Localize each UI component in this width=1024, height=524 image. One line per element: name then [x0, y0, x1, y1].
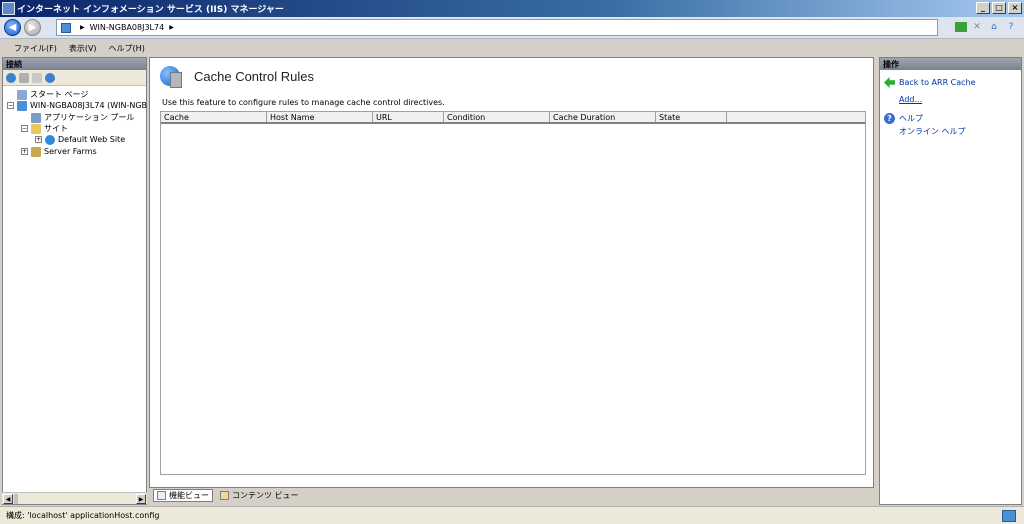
- online-help-action[interactable]: オンライン ヘルプ: [899, 126, 966, 137]
- connect-globe-icon[interactable]: [6, 72, 16, 83]
- navigation-bar: ◀ ▶ ▶ WIN-NGBA08J3L74 ▶ ✕ ⌂ ?: [0, 17, 1024, 39]
- app-pool-icon: [31, 112, 41, 123]
- delete-connection-icon[interactable]: [45, 72, 55, 83]
- back-button[interactable]: ◀: [4, 19, 21, 36]
- rules-grid[interactable]: Cache Host Name URL Condition Cache Dura…: [160, 111, 866, 475]
- feature-header: Cache Control Rules: [160, 66, 314, 88]
- window-controls: _ □ ×: [976, 2, 1022, 14]
- breadcrumb-server[interactable]: WIN-NGBA08J3L74: [90, 23, 165, 32]
- maximize-button[interactable]: □: [992, 2, 1006, 14]
- nav-toolbar: ✕ ⌂ ?: [955, 20, 1018, 34]
- tab-label: 機能ビュー: [169, 490, 209, 500]
- scroll-left-icon[interactable]: ◀: [3, 494, 13, 504]
- network-status-icon: [1002, 510, 1016, 522]
- menu-bar: ファイル(F) 表示(V) ヘルプ(H): [0, 40, 1024, 56]
- tree-item-server[interactable]: − WIN-NGBA08J3L74 (WIN-NGB: [7, 100, 147, 111]
- tab-features-view[interactable]: 機能ビュー: [153, 488, 213, 502]
- tree-item-server-farms[interactable]: + Server Farms: [21, 146, 97, 157]
- add-link[interactable]: Add...: [899, 95, 922, 104]
- actions-header: 操作: [880, 58, 1021, 70]
- collapse-icon[interactable]: −: [7, 102, 14, 109]
- help-icon: ?: [884, 113, 895, 124]
- up-icon[interactable]: [32, 72, 42, 83]
- connections-header: 接続: [3, 58, 146, 70]
- tree-label: アプリケーション プール: [44, 113, 135, 122]
- close-button[interactable]: ×: [1008, 2, 1022, 14]
- server-icon: [61, 22, 71, 33]
- tree-label: Default Web Site: [58, 135, 126, 144]
- column-condition[interactable]: Condition: [444, 112, 550, 122]
- content-view-icon: [220, 490, 229, 500]
- feature-description: Use this feature to configure rules to m…: [162, 98, 445, 107]
- tree-label: Server Farms: [44, 147, 97, 156]
- action-label[interactable]: Back to ARR Cache: [899, 78, 976, 87]
- back-to-arr-cache-action[interactable]: Back to ARR Cache: [884, 77, 976, 88]
- window-title: インターネット インフォメーション サービス (IIS) マネージャー: [17, 5, 284, 15]
- connect-icon[interactable]: [955, 22, 967, 32]
- scroll-thumb[interactable]: [14, 494, 18, 504]
- online-help-link[interactable]: オンライン ヘルプ: [899, 126, 966, 137]
- feature-pane: Cache Control Rules Use this feature to …: [149, 57, 874, 488]
- home-icon[interactable]: ⌂: [987, 20, 1001, 34]
- add-action[interactable]: Add...: [899, 95, 922, 104]
- status-bar: 構成: 'localhost' applicationHost.config: [0, 506, 1024, 524]
- connections-hscrollbar[interactable]: ◀ ▶: [2, 492, 147, 504]
- breadcrumb-arrow-icon[interactable]: ▶: [169, 24, 174, 31]
- sites-folder-icon: [31, 123, 41, 134]
- column-cache-duration[interactable]: Cache Duration: [550, 112, 656, 122]
- features-view-icon: [157, 490, 166, 500]
- help-link[interactable]: ヘルプ: [899, 113, 923, 124]
- server-icon: [17, 100, 27, 111]
- expand-icon[interactable]: +: [21, 148, 28, 155]
- minimize-button[interactable]: _: [976, 2, 990, 14]
- expand-icon[interactable]: +: [35, 136, 42, 143]
- column-host-name[interactable]: Host Name: [267, 112, 373, 122]
- back-arrow-icon: [884, 77, 895, 88]
- tree-item-start-page[interactable]: スタート ページ: [17, 89, 88, 100]
- tab-content-view[interactable]: コンテンツ ビュー: [217, 489, 302, 502]
- address-bar[interactable]: ▶ WIN-NGBA08J3L74 ▶: [56, 19, 938, 36]
- tree-label: WIN-NGBA08J3L74 (WIN-NGB: [30, 101, 148, 110]
- tree-label: スタート ページ: [30, 90, 89, 99]
- actions-pane: 操作 Back to ARR Cache Add... ? ヘルプ オンライン …: [879, 57, 1022, 505]
- tree-label: サイト: [44, 124, 68, 133]
- menu-view[interactable]: 表示(V): [63, 43, 103, 54]
- title-bar: インターネット インフォメーション サービス (IIS) マネージャー _ □ …: [0, 0, 1024, 17]
- column-cache[interactable]: Cache: [161, 112, 267, 122]
- tree-item-default-web-site[interactable]: + Default Web Site: [35, 134, 125, 145]
- breadcrumb-arrow-icon: ▶: [80, 24, 85, 31]
- help-icon[interactable]: ?: [1004, 20, 1018, 34]
- menu-help[interactable]: ヘルプ(H): [103, 43, 151, 54]
- collapse-icon[interactable]: −: [21, 125, 28, 132]
- menu-file[interactable]: ファイル(F): [8, 43, 63, 54]
- tab-label: コンテンツ ビュー: [232, 490, 299, 500]
- tree-item-app-pools[interactable]: アプリケーション プール: [31, 112, 134, 123]
- stop-icon[interactable]: ✕: [970, 20, 984, 34]
- cache-control-icon: [160, 66, 182, 88]
- help-action[interactable]: ? ヘルプ: [884, 113, 923, 124]
- connections-toolbar: [3, 70, 146, 86]
- start-page-icon: [17, 89, 27, 100]
- save-icon[interactable]: [19, 72, 29, 83]
- globe-icon: [45, 134, 55, 145]
- forward-button[interactable]: ▶: [24, 19, 41, 36]
- page-title: Cache Control Rules: [194, 68, 314, 84]
- connections-pane: 接続 スタート ページ − WIN-NGBA08J3L74 (WIN-NGB ア…: [2, 57, 147, 505]
- server-farms-icon: [31, 146, 41, 157]
- grid-header: Cache Host Name URL Condition Cache Dura…: [161, 112, 865, 124]
- iis-app-icon: [2, 2, 15, 15]
- scroll-right-icon[interactable]: ▶: [136, 494, 146, 504]
- column-url[interactable]: URL: [373, 112, 444, 122]
- view-tabs: 機能ビュー コンテンツ ビュー: [153, 488, 302, 502]
- column-state[interactable]: State: [656, 112, 727, 122]
- status-text: 構成: 'localhost' applicationHost.config: [6, 511, 160, 520]
- tree-item-sites[interactable]: − サイト: [21, 123, 68, 134]
